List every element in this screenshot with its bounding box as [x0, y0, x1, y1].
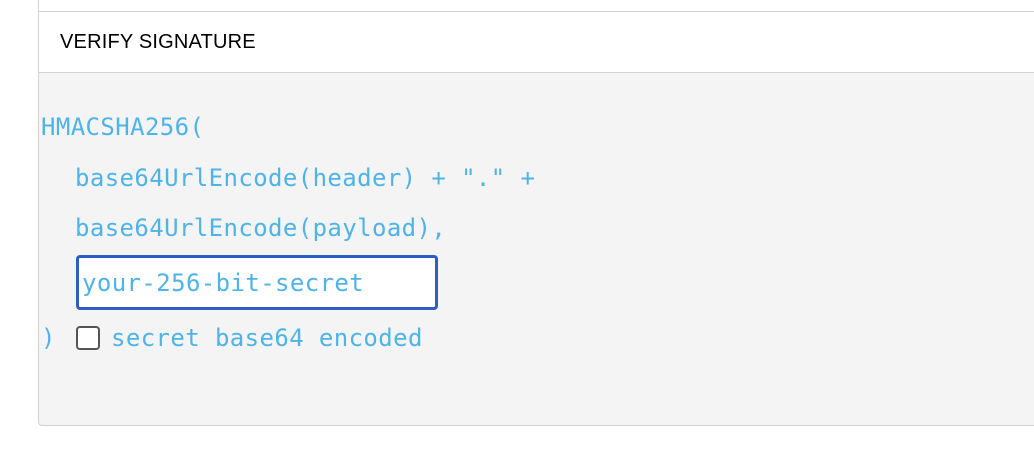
verify-signature-title: VERIFY SIGNATURE	[60, 30, 256, 53]
code-line-payload: base64UrlEncode(payload),	[75, 214, 447, 242]
verify-signature-page: VERIFY SIGNATURE HMACSHA256( base64UrlEn…	[0, 0, 1034, 458]
base64-encoded-label[interactable]: secret base64 encoded	[111, 323, 423, 353]
code-line-header: base64UrlEncode(header) + "." +	[75, 164, 536, 192]
secret-input[interactable]	[76, 255, 438, 310]
previous-section-edge	[38, 0, 1034, 12]
base64-encoded-checkbox[interactable]	[76, 326, 100, 350]
code-close-paren: )	[41, 324, 56, 352]
code-line-hmacsha256: HMACSHA256(	[41, 113, 205, 141]
verify-signature-header: VERIFY SIGNATURE	[39, 12, 1034, 73]
